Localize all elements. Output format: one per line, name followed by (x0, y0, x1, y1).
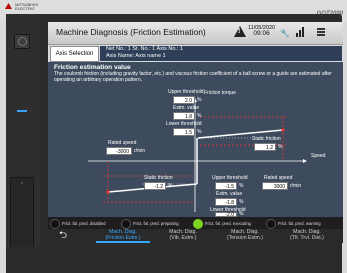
status-preparing-label: Frict. fal. pred. preparing (133, 221, 179, 227)
time-text: 09:06 (253, 30, 270, 37)
lower-threshold-value: 1.5 (173, 128, 195, 136)
signal-icon[interactable] (296, 27, 304, 37)
upper-threshold-label: Upper threshold (168, 89, 204, 95)
status-executing-label: Frict. fal. pred. executing (205, 221, 251, 227)
warning-icon[interactable]: ! (234, 26, 246, 37)
estm-value-neg-label: Estm. value (216, 191, 243, 197)
rated-speed-left-unit: r/min (134, 148, 146, 154)
rated-speed-right-unit: r/min (290, 183, 302, 189)
lower-threshold-label: Lower threshold (166, 121, 202, 127)
tab-vib-estm[interactable]: Mach. Diag. (Vib. Estm.) (156, 229, 210, 243)
estm-point-positive (281, 128, 285, 132)
slot-indicator (21, 182, 23, 184)
status-indicators: Frict. fal. pred. disabled Frict. fal. p… (48, 217, 343, 229)
rated-speed-right-label: Rated speed (264, 175, 293, 181)
brand-logo: MITSUBISHI ELECTRIC (5, 3, 38, 11)
status-warning: Frict. fal. pred. warning (266, 219, 321, 229)
page-title: Machine Diagnosis (Friction Estimation) (56, 27, 206, 37)
axis-selection-row: Axis Selection Net No.: 1 St. No.: 1 Axi… (48, 45, 343, 62)
friction-panel: Friction estimation value The coulomb fr… (48, 62, 343, 218)
tab-friction-estm-l2: (Friction Estm.) (105, 234, 141, 241)
static-friction-right-unit: % (278, 144, 283, 150)
static-friction-right-value: 1.2 (254, 143, 276, 151)
title-bar: Machine Diagnosis (Friction Estimation) … (48, 22, 343, 45)
status-led (17, 110, 27, 112)
status-preparing: Frict. fal. pred. preparing (121, 219, 179, 229)
tab-friction-estm[interactable]: Mach. Diag. (Friction Estm.) (96, 229, 150, 243)
estm-value: 1.8 (173, 112, 195, 120)
lower-threshold-unit: % (197, 129, 202, 135)
power-ring-icon (18, 37, 27, 46)
static-friction-right-label: Static friction (252, 136, 281, 142)
estm-point-negative (106, 190, 110, 194)
estm-value-neg-unit: % (239, 199, 244, 205)
tab-tlt-trvl-dist[interactable]: Mach. Diag. (Tlt. Trvl. Dist.) (280, 229, 334, 243)
status-disabled-lamp (50, 219, 60, 229)
tab-tension-estm[interactable]: Mach. Diag. (Tension Estm.) (218, 229, 272, 243)
upper-threshold-neg-label: Upper threshold (212, 175, 248, 181)
tab-vib-estm-l2: (Vib. Estm.) (169, 234, 197, 241)
back-arrow-icon[interactable]: ⮌ (52, 230, 74, 242)
bottom-nav: ⮌ Mach. Diag. (Friction Estm.) Mach. Dia… (48, 229, 343, 243)
status-warning-lamp (266, 219, 276, 229)
brand-line-2: ELECTRIC (15, 6, 35, 11)
friction-diagram (88, 98, 307, 212)
tab-tension-estm-l2: (Tension Estm.) (226, 234, 264, 241)
axis-info: Net No.: 1 St. No.: 1 Axis No.: 1 Axis N… (100, 46, 342, 61)
speed-label: Speed (311, 153, 326, 159)
upper-threshold-value: 2.0 (173, 96, 195, 104)
status-executing-lamp (193, 219, 203, 229)
upper-threshold-neg-unit: % (239, 183, 244, 189)
estm-value-label: Estm. value (173, 105, 200, 111)
estm-value-neg: -1.8 (215, 198, 237, 206)
power-button[interactable] (14, 34, 30, 49)
mitsubishi-logo-icon (5, 3, 12, 9)
upper-threshold-neg-value: -1.5 (215, 182, 237, 190)
upper-threshold-unit: % (197, 97, 202, 103)
status-disabled: Frict. fal. pred. disabled (50, 219, 106, 229)
bottom-bezel (6, 247, 342, 273)
rated-speed-right-value: 3000 (262, 182, 288, 190)
axis-numbers: Net No.: 1 St. No.: 1 Axis No.: 1 (106, 46, 184, 52)
status-disabled-label: Frict. fal. pred. disabled (62, 221, 106, 227)
datetime: 11/05/2020 09:06 (248, 25, 275, 37)
static-friction-left-unit: % (168, 183, 173, 189)
axis-selection-button[interactable]: Axis Selection (50, 46, 99, 62)
rated-speed-left-label: Rated speed (108, 140, 137, 146)
static-friction-left-value: -1.2 (144, 182, 166, 190)
wrench-icon[interactable]: 🔧 (280, 29, 290, 38)
tab-tlt-trvl-dist-l2: (Tlt. Trvl. Dist.) (290, 234, 324, 241)
hmi-screen: Machine Diagnosis (Friction Estimation) … (48, 22, 343, 243)
status-warning-label: Frict. fal. pred. warning (278, 221, 321, 227)
estm-value-unit: % (197, 113, 202, 119)
menu-icon[interactable] (317, 28, 325, 36)
speed-axis-arrow-icon (303, 159, 307, 163)
rated-speed-left-value: -3000 (106, 147, 132, 155)
static-friction-left-label: Static friction (144, 175, 173, 181)
friction-torque-label: Friction torque (204, 90, 236, 96)
status-executing: Frict. fal. pred. executing (193, 219, 251, 229)
status-preparing-lamp (121, 219, 131, 229)
axis-name: Axis Name: Axis name 1 (106, 53, 166, 59)
